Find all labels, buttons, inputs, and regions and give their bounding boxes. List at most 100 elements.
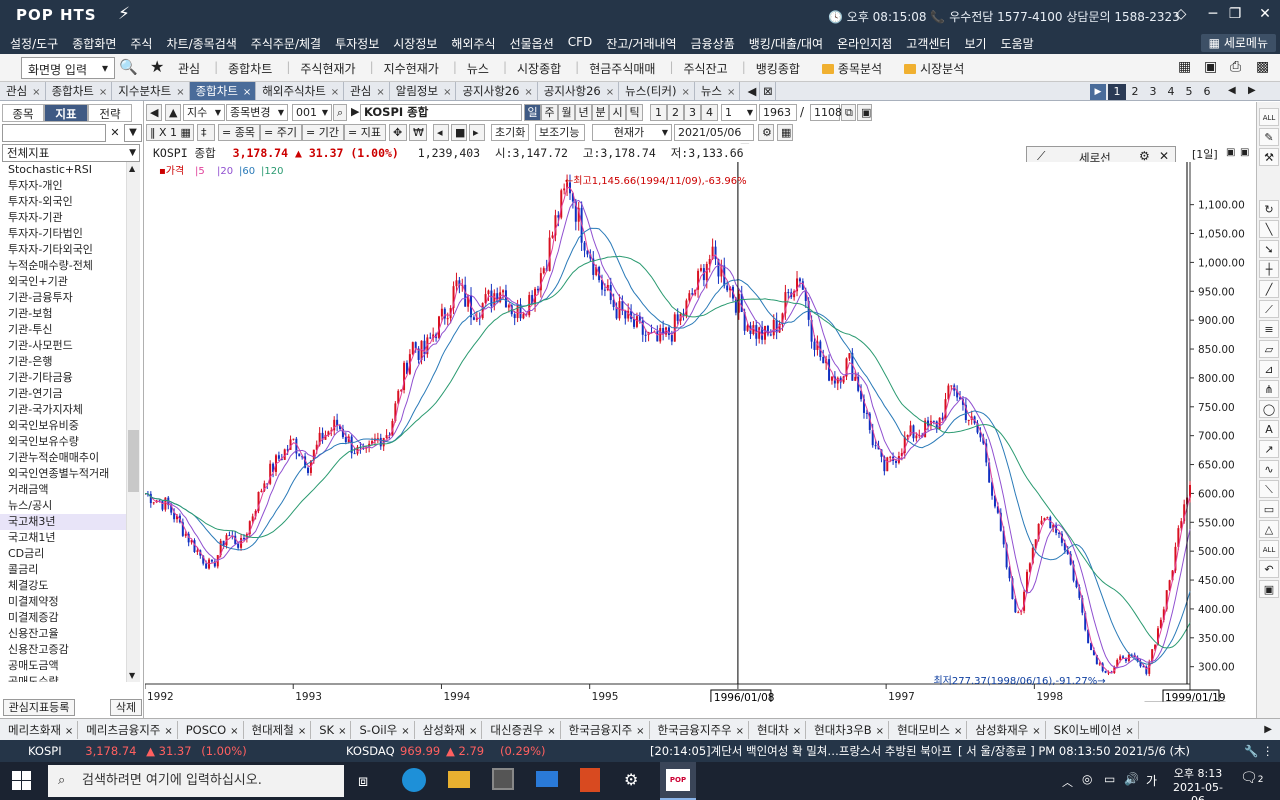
ime-language-indicator[interactable]: 가 [1146, 772, 1157, 789]
scroll-down-icon[interactable]: ▼ [129, 671, 135, 680]
indicator-item[interactable]: 체결강도 [0, 578, 126, 594]
tools-icon[interactable]: ⚒ [1259, 148, 1279, 166]
menu-item-14[interactable]: 고객센터 [899, 35, 957, 52]
menu-item-2[interactable]: 주식 [123, 35, 159, 52]
stock-tab-12[interactable]: 현대모비스 × [889, 720, 968, 739]
close-tab-icon[interactable]: × [793, 726, 801, 737]
stock-tab-9[interactable]: 한국금융지주우 × [650, 720, 749, 739]
option-3[interactable]: = 지표 [344, 124, 386, 141]
file-explorer-icon[interactable] [448, 771, 470, 788]
stock-tab-14[interactable]: SK이노베이션 × [1046, 720, 1139, 739]
stock-tab-3[interactable]: 현대제철 × [244, 720, 312, 739]
menu-item-10[interactable]: 잔고/거래내역 [599, 35, 683, 52]
page-number-2[interactable]: 2 [1126, 84, 1144, 100]
text-tool-icon[interactable]: A [1259, 420, 1279, 438]
tab-indicator[interactable]: 지표 [44, 104, 88, 122]
restore-tile-icon[interactable]: ◇ [1164, 0, 1198, 28]
indicator-item[interactable]: 신용잔고율 [0, 626, 126, 642]
indicator-item[interactable]: 기관누적순매매추이 [0, 450, 126, 466]
close-tab-icon[interactable]: × [298, 726, 306, 737]
zigzag-icon[interactable]: ⟋ [1259, 300, 1279, 318]
assist-function-button[interactable]: 보조기능 [535, 124, 585, 141]
window-tab-8[interactable]: 공지사항26 × [537, 82, 620, 100]
play-icon[interactable]: ▸ [469, 124, 485, 141]
pencil-icon[interactable]: ✎ [1259, 128, 1279, 146]
shortcut-3[interactable]: 지수현재가 [384, 60, 439, 77]
window-tab-9[interactable]: 뉴스(티커) × [619, 82, 695, 100]
window-tab-5[interactable]: 관심 × [344, 82, 390, 100]
indicator-item[interactable]: 투자자-개인 [0, 178, 126, 194]
close-tab-icon[interactable]: × [32, 87, 40, 98]
option-1[interactable]: = 주기 [260, 124, 302, 141]
indicator-list-scrollbar[interactable]: ▲ ▼ [126, 162, 140, 682]
menu-item-12[interactable]: 뱅킹/대출/대여 [742, 35, 830, 52]
chart-svg[interactable]: 300.00 350.00 400.00 450.00 500.00 550.00 600.… [144, 162, 1255, 711]
close-tab-icon[interactable]: × [338, 726, 346, 737]
rectangle-icon[interactable]: ▭ [1259, 500, 1279, 518]
shortcut-2[interactable]: 주식현재가 [300, 60, 355, 77]
page-number-6[interactable]: 6 [1198, 84, 1216, 100]
collapse-up-icon[interactable]: ▲ [165, 104, 181, 121]
menu-item-16[interactable]: 도움말 [994, 35, 1041, 52]
option-0[interactable]: = 종목 [218, 124, 260, 141]
gann-icon[interactable]: ⊿ [1259, 360, 1279, 378]
close-tab-icon[interactable]: × [876, 726, 884, 737]
data-count-input[interactable]: 1963⇕ [759, 104, 797, 131]
stock-tab-5[interactable]: S-Oil우 × [351, 720, 415, 739]
tab-stock[interactable]: 종목 [2, 104, 44, 122]
fibonacci-icon[interactable]: ≡ [1259, 320, 1279, 338]
minimize-pane-icon[interactable]: ▣ [1226, 147, 1235, 158]
window-tab-2[interactable]: 지수분차트 × [112, 82, 190, 100]
indicator-item[interactable]: 기관-보험 [0, 306, 126, 322]
indicator-item[interactable]: 뉴스/공시 [0, 498, 126, 514]
one-by-one-button[interactable]: ‖ X 1 ▦ [146, 124, 194, 141]
multiple-3[interactable]: 3 [684, 104, 701, 121]
shortcut-8[interactable]: 뱅킹종합 [756, 60, 800, 77]
stock-tab-10[interactable]: 현대차 × [749, 720, 807, 739]
menu-item-8[interactable]: 선물옵션 [503, 35, 561, 52]
ray-icon[interactable]: ➘ [1259, 240, 1279, 258]
indicator-item[interactable]: 거래금액 [0, 482, 126, 498]
stock-tab-7[interactable]: 대신증권우 × [482, 720, 561, 739]
window-tab-6[interactable]: 알림정보 × [389, 82, 457, 100]
close-tab-icon[interactable]: × [443, 87, 451, 98]
panel-toggle-icon[interactable]: ◀ [146, 104, 162, 121]
shortcut-4[interactable]: 뉴스 [467, 60, 489, 77]
layout-grid-icon[interactable]: ▩ [1256, 59, 1269, 75]
tab-scroll-left-icon[interactable]: ◀ [744, 82, 761, 100]
shortcut-7[interactable]: 주식잔고 [684, 60, 728, 77]
calculator-icon[interactable]: ▦ [1178, 59, 1191, 75]
wrench-icon[interactable]: 🔧 [1244, 740, 1258, 762]
news-ticker[interactable]: [20:14:05]계단서 백인여성 확 밀쳐…프랑스서 추방된 북아프 [650, 740, 952, 762]
favorite-star-icon[interactable]: ★ [150, 57, 164, 76]
indicator-item[interactable]: 공매도금액 [0, 658, 126, 674]
indicator-item[interactable]: 공매도수량 [0, 674, 126, 682]
shortcut-6[interactable]: 현금주식매매 [589, 60, 655, 77]
folder-1[interactable]: 시장분석 [904, 60, 964, 77]
indicator-item[interactable]: 외국인+기관 [0, 274, 126, 290]
stop-icon[interactable]: ■ [451, 124, 467, 141]
indicator-item[interactable]: 투자자-기관 [0, 210, 126, 226]
indicator-item[interactable]: 콜금리 [0, 562, 126, 578]
window-tab-7[interactable]: 공지사항26 × [456, 82, 538, 100]
menu-item-1[interactable]: 종합화면 [65, 35, 123, 52]
scroll-thumb[interactable] [128, 430, 139, 492]
indicator-item[interactable]: 외국인보유수량 [0, 434, 126, 450]
close-tab-icon[interactable]: × [230, 726, 238, 737]
network-warning-icon[interactable]: ◎ [1082, 772, 1092, 786]
indicator-item[interactable]: 외국인연종별누적거래 [0, 466, 126, 482]
indicator-item[interactable]: Stochastic+RSI [0, 162, 126, 178]
stock-tab-8[interactable]: 한국금융지주 × [561, 720, 650, 739]
stock-tab-0[interactable]: 메리츠화재 × [0, 720, 79, 739]
option-2[interactable]: = 기간 [302, 124, 344, 141]
taskbar-clock[interactable]: 오후 8:13 2021-05-06 [1168, 765, 1228, 800]
crosshair-icon[interactable]: ✥ [389, 124, 407, 141]
close-tab-icon[interactable]: × [376, 87, 384, 98]
vertical-menu-button[interactable]: ▦ 세로메뉴 [1200, 34, 1276, 52]
app-icon[interactable]: ⚙ [624, 770, 638, 789]
ellipse-icon[interactable]: ◯ [1259, 400, 1279, 418]
indicator-search-input[interactable] [2, 124, 106, 142]
menu-item-11[interactable]: 금융상품 [684, 35, 742, 52]
window-tab-4[interactable]: 해외주식차트 × [256, 82, 345, 100]
stock-tab-6[interactable]: 삼성화재 × [415, 720, 483, 739]
